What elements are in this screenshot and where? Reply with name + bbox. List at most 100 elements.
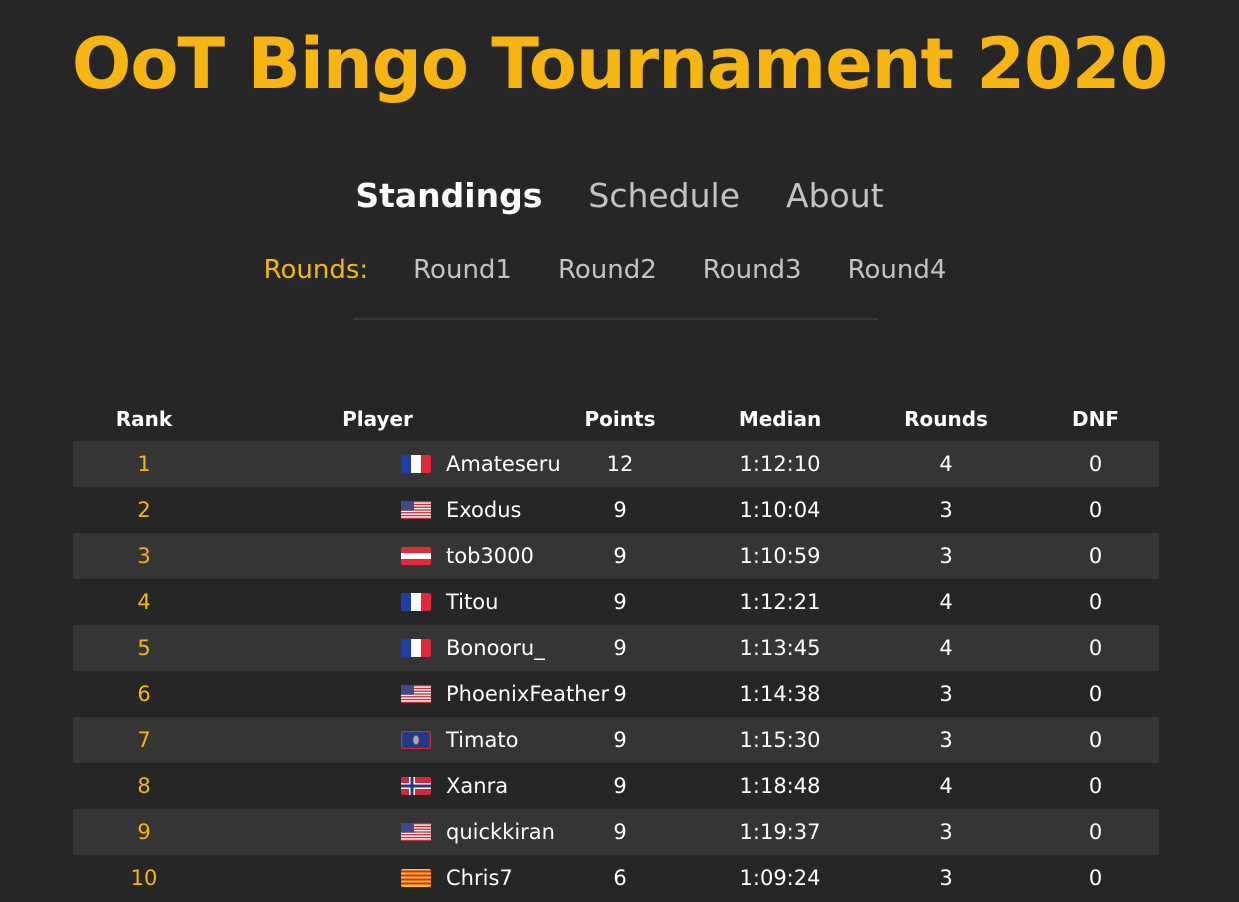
table-row: 6 PhoenixFeather 9 1:14:38 3 0 — [73, 671, 1159, 717]
median-cell: 1:12:10 — [700, 441, 860, 487]
player-wrapper: Exodus — [215, 498, 540, 522]
main-nav: Standings Schedule About — [0, 174, 1239, 218]
rounds-label: Rounds: — [263, 255, 369, 285]
player-wrapper: Bonooru_ — [215, 636, 545, 660]
median-cell: 1:13:45 — [700, 625, 860, 671]
table-row: 3 tob3000 9 1:10:59 3 0 — [73, 533, 1159, 579]
column-header-points[interactable]: Points — [540, 396, 700, 441]
player-cell: Bonooru_ — [215, 625, 545, 671]
column-header-dnf[interactable]: DNF — [1032, 396, 1159, 441]
column-header-rank[interactable]: Rank — [73, 396, 215, 441]
table-row: 9 quickkiran 9 1:19:37 3 0 — [73, 809, 1159, 855]
player-cell: Chris7 — [215, 855, 540, 901]
rank-cell: 7 — [73, 717, 215, 763]
player-wrapper: Chris7 — [215, 866, 540, 890]
table-row: 1 Amateseru 12 1:12:10 4 0 — [73, 441, 1159, 487]
nav-standings[interactable]: Standings — [355, 174, 542, 218]
dnf-cell: 0 — [1032, 717, 1159, 763]
player-cell: PhoenixFeather — [215, 671, 609, 717]
player-name: Amateseru — [446, 452, 561, 476]
france-flag-icon — [401, 455, 431, 473]
standings-table: Rank Player Points Median Rounds DNF 1 Am… — [73, 396, 1159, 901]
column-header-player[interactable]: Player — [215, 396, 540, 441]
rounds-nav: Rounds: Round1 Round2 Round3 Round4 — [0, 252, 1239, 288]
player-name: Titou — [446, 590, 499, 614]
austria-flag-icon — [401, 547, 431, 565]
table-row: 4 Titou 9 1:12:21 4 0 — [73, 579, 1159, 625]
points-cell: 9 — [540, 763, 700, 809]
rank-cell: 3 — [73, 533, 215, 579]
divider — [353, 318, 878, 320]
rounds-cell: 3 — [860, 487, 1032, 533]
table-row: 8 Xanra 9 1:18:48 4 0 — [73, 763, 1159, 809]
rounds-cell: 3 — [860, 809, 1032, 855]
median-cell: 1:18:48 — [700, 763, 860, 809]
rank-cell: 8 — [73, 763, 215, 809]
table-row: 7 Timato 9 1:15:30 3 0 — [73, 717, 1159, 763]
player-wrapper: Xanra — [215, 774, 540, 798]
points-cell: 9 — [540, 487, 700, 533]
round-link-3[interactable]: Round3 — [703, 252, 802, 288]
catalonia-flag-icon — [401, 869, 431, 887]
usa-flag-icon — [401, 501, 431, 519]
page: OoT Bingo Tournament 2020 Standings Sche… — [0, 0, 1239, 902]
points-cell: 9 — [540, 625, 700, 671]
rounds-cell: 4 — [860, 441, 1032, 487]
dnf-cell: 0 — [1032, 809, 1159, 855]
rank-cell: 4 — [73, 579, 215, 625]
rank-cell: 2 — [73, 487, 215, 533]
points-cell: 9 — [540, 533, 700, 579]
player-cell: quickkiran — [215, 809, 555, 855]
player-name: Bonooru_ — [446, 636, 545, 660]
player-name: Xanra — [446, 774, 509, 798]
rank-cell: 10 — [73, 855, 215, 901]
median-cell: 1:10:04 — [700, 487, 860, 533]
player-name: Timato — [446, 728, 519, 752]
player-cell: Exodus — [215, 487, 540, 533]
page-title: OoT Bingo Tournament 2020 — [71, 23, 1168, 105]
points-cell: 9 — [540, 579, 700, 625]
median-cell: 1:12:21 — [700, 579, 860, 625]
player-wrapper: Timato — [215, 728, 540, 752]
player-wrapper: tob3000 — [215, 544, 540, 568]
player-cell: Xanra — [215, 763, 540, 809]
player-cell: tob3000 — [215, 533, 540, 579]
dnf-cell: 0 — [1032, 671, 1159, 717]
median-cell: 1:10:59 — [700, 533, 860, 579]
rounds-cell: 3 — [860, 855, 1032, 901]
round-link-2[interactable]: Round2 — [558, 252, 657, 288]
rounds-cell: 4 — [860, 579, 1032, 625]
player-name: Chris7 — [446, 866, 513, 890]
round-link-1[interactable]: Round1 — [413, 252, 512, 288]
norway-flag-icon — [401, 777, 431, 795]
nav-schedule[interactable]: Schedule — [588, 174, 740, 218]
median-cell: 1:15:30 — [700, 717, 860, 763]
table-header-row: Rank Player Points Median Rounds DNF — [73, 396, 1159, 441]
dnf-cell: 0 — [1032, 855, 1159, 901]
round-link-4[interactable]: Round4 — [848, 252, 947, 288]
rounds-cell: 4 — [860, 625, 1032, 671]
dnf-cell: 0 — [1032, 579, 1159, 625]
rank-cell: 1 — [73, 441, 215, 487]
player-wrapper: Titou — [215, 590, 540, 614]
points-cell: 6 — [540, 855, 700, 901]
column-header-median[interactable]: Median — [700, 396, 860, 441]
rank-cell: 6 — [73, 671, 215, 717]
player-name: Exodus — [446, 498, 522, 522]
points-cell: 9 — [540, 717, 700, 763]
player-wrapper: quickkiran — [215, 820, 555, 844]
median-cell: 1:14:38 — [700, 671, 860, 717]
player-name: quickkiran — [446, 820, 555, 844]
dnf-cell: 0 — [1032, 625, 1159, 671]
france-flag-icon — [401, 593, 431, 611]
points-cell: 9 — [540, 809, 700, 855]
nav-about[interactable]: About — [786, 174, 884, 218]
median-cell: 1:19:37 — [700, 809, 860, 855]
player-wrapper: PhoenixFeather — [215, 682, 609, 706]
player-name: PhoenixFeather — [446, 682, 610, 706]
rank-cell: 5 — [73, 625, 215, 671]
rounds-cell: 3 — [860, 671, 1032, 717]
column-header-rounds[interactable]: Rounds — [860, 396, 1032, 441]
usa-flag-icon — [401, 685, 431, 703]
median-cell: 1:09:24 — [700, 855, 860, 901]
